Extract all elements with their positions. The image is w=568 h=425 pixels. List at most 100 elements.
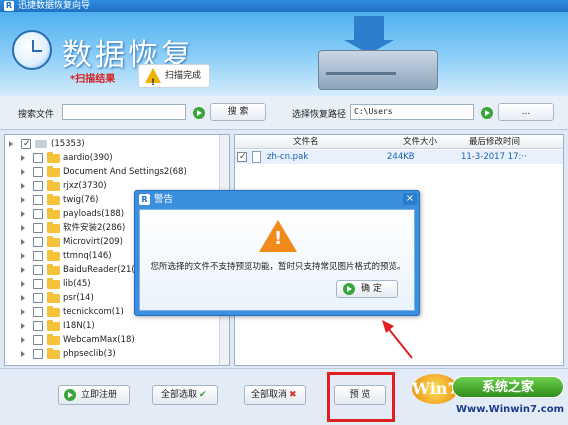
tree-checkbox[interactable]: [33, 195, 43, 205]
folder-icon: [47, 348, 60, 359]
window-title: 迅捷数据恢复向导: [18, 1, 91, 11]
file-modified: 11-3-2017 17:··: [461, 152, 527, 162]
file-size: 244KB: [387, 152, 415, 162]
tree-item-label: lib(45): [63, 279, 91, 289]
tree-checkbox[interactable]: [33, 251, 43, 261]
folder-icon: [47, 194, 60, 205]
watermark-title: 系统之家: [452, 376, 564, 398]
folder-icon: [47, 236, 60, 247]
restore-path-input[interactable]: C:\Users: [350, 104, 474, 120]
cross-icon: ✖: [289, 390, 297, 400]
tree-checkbox[interactable]: [33, 153, 43, 163]
tree-checkbox[interactable]: [33, 307, 43, 317]
tree-checkbox[interactable]: [33, 167, 43, 177]
tree-checkbox[interactable]: [33, 349, 43, 359]
tree-item[interactable]: I18N(1): [5, 319, 221, 333]
expand-icon[interactable]: [21, 253, 25, 259]
folder-icon: [47, 208, 60, 219]
tree-checkbox[interactable]: [33, 209, 43, 219]
expand-icon[interactable]: [21, 183, 25, 189]
tree-item[interactable]: WebcamMax(18): [5, 333, 221, 347]
dialog-body: ! 您所选择的文件不支持预览功能，暂时只支持常见图片格式的预览。 确 定: [139, 209, 415, 311]
tree-item-label: phpseclib(3): [63, 349, 116, 359]
expand-icon[interactable]: [21, 155, 25, 161]
expand-icon[interactable]: [21, 295, 25, 301]
root-checkbox[interactable]: [21, 137, 31, 151]
search-go-icon[interactable]: [193, 107, 205, 119]
tree-checkbox[interactable]: [33, 293, 43, 303]
tree-checkbox[interactable]: [33, 223, 43, 233]
expand-icon[interactable]: [21, 309, 25, 315]
expand-icon[interactable]: [21, 225, 25, 231]
tree-item-label: payloads(188): [63, 209, 125, 219]
tree-checkbox[interactable]: [33, 181, 43, 191]
expand-icon[interactable]: [21, 239, 25, 245]
search-input[interactable]: [62, 104, 186, 120]
tree-checkbox[interactable]: [33, 237, 43, 247]
file-row[interactable]: zh-cn.pak 244KB 11-3-2017 17:··: [235, 150, 563, 164]
file-name: zh-cn.pak: [267, 152, 309, 162]
scan-result-label: *扫描结果: [70, 74, 116, 85]
ok-label: 确 定: [361, 284, 382, 294]
path-go-icon[interactable]: [481, 107, 493, 119]
ok-button[interactable]: 确 定: [336, 280, 398, 298]
folder-icon: [47, 292, 60, 303]
tree-item-label: psr(14): [63, 293, 94, 303]
tree-item[interactable]: aardio(390): [5, 151, 221, 165]
check-icon: ✔: [199, 390, 207, 400]
expand-icon[interactable]: [21, 281, 25, 287]
folder-icon: [47, 264, 60, 275]
collapse-icon[interactable]: [9, 141, 13, 147]
column-header-size[interactable]: 文件大小: [403, 135, 437, 149]
folder-icon: [47, 152, 60, 163]
watermark: Win7 系统之家 Www.Winwin7.com: [412, 374, 566, 422]
watermark-url: Www.Winwin7.com: [456, 404, 565, 415]
register-button[interactable]: 立即注册: [58, 385, 130, 405]
expand-icon[interactable]: [21, 169, 25, 175]
tree-item-label: WebcamMax(18): [63, 335, 135, 345]
tree-checkbox[interactable]: [33, 279, 43, 289]
tree-item[interactable]: Document And Settings2(68): [5, 165, 221, 179]
expand-icon[interactable]: [21, 323, 25, 329]
dialog-message: 您所选择的文件不支持预览功能，暂时只支持常见图片格式的预览。: [150, 262, 406, 272]
tree-checkbox[interactable]: [33, 265, 43, 275]
close-icon[interactable]: ×: [403, 193, 417, 205]
tree-item[interactable]: phpseclib(3): [5, 347, 221, 361]
search-label: 搜索文件: [18, 110, 55, 120]
file-checkbox[interactable]: [237, 150, 247, 164]
tree-item-label: Microvirt(209): [63, 237, 123, 247]
file-list-header: 文件名 文件大小 最后修改时间: [235, 135, 563, 149]
browse-button[interactable]: ...: [498, 103, 554, 121]
preview-highlight-box: [327, 372, 395, 422]
scan-status-text: 扫描完成: [165, 71, 202, 81]
tree-item-label: I18N(1): [63, 321, 95, 331]
folder-icon: [47, 222, 60, 233]
folder-icon: [47, 306, 60, 317]
tree-checkbox[interactable]: [33, 335, 43, 345]
column-header-name[interactable]: 文件名: [293, 135, 319, 149]
toolbar: 搜索文件 搜 索 选择恢复路径 C:\Users ...: [0, 96, 568, 130]
tree-item-label: aardio(390): [63, 153, 113, 163]
expand-icon[interactable]: [21, 211, 25, 217]
select-all-button[interactable]: 全部选取 ✔: [152, 385, 218, 405]
tree-checkbox[interactable]: [33, 321, 43, 331]
tree-item-label: BaiduReader(21(: [63, 265, 135, 275]
column-header-modified[interactable]: 最后修改时间: [469, 135, 520, 149]
folder-icon: [47, 166, 60, 177]
dialog-title: 警告: [154, 194, 174, 205]
register-icon: [64, 389, 76, 401]
scan-status-badge: ! 扫描完成: [138, 64, 210, 88]
expand-icon[interactable]: [21, 267, 25, 273]
tree-item-label: 软件安装2(286): [63, 223, 126, 233]
restore-path-label: 选择恢复路径: [292, 110, 347, 120]
select-all-label: 全部选取: [161, 390, 198, 400]
tree-root[interactable]: (15353): [5, 137, 221, 151]
expand-icon[interactable]: [21, 351, 25, 357]
cancel-all-button[interactable]: 全部取消 ✖: [244, 385, 306, 405]
dialog-title-bar[interactable]: R 警告: [139, 193, 173, 207]
dialog-logo-icon: R: [139, 194, 150, 205]
expand-icon[interactable]: [21, 197, 25, 203]
search-button[interactable]: 搜 索: [210, 103, 266, 121]
tree-item-label: twig(76): [63, 195, 99, 205]
expand-icon[interactable]: [21, 337, 25, 343]
